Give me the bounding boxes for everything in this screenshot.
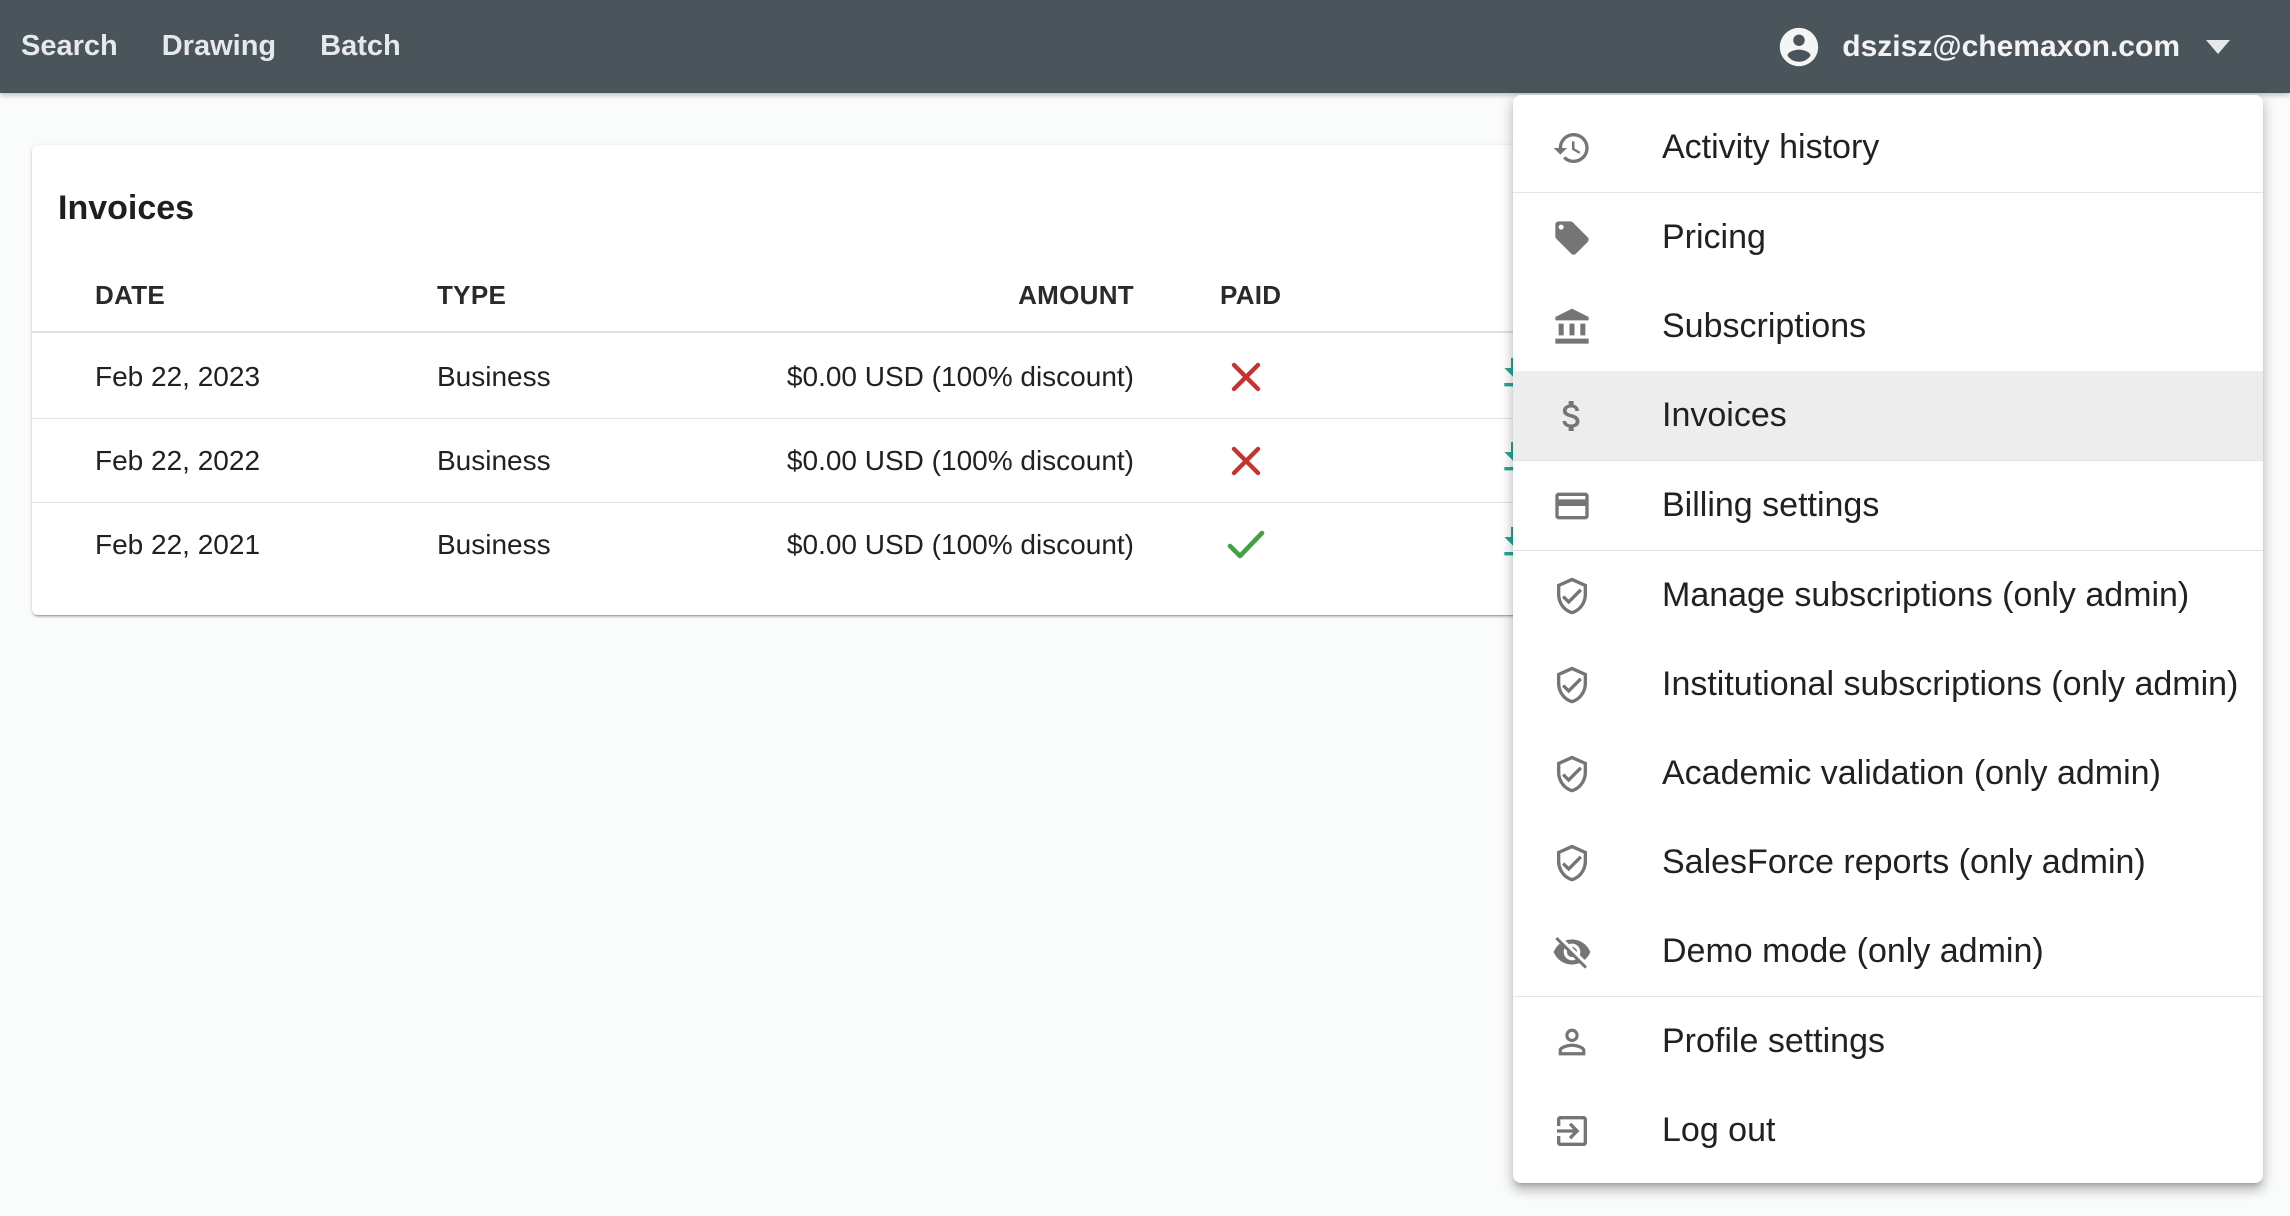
person-icon bbox=[1551, 1021, 1593, 1063]
user-menu: Activity history Pricing Subscriptions I… bbox=[1513, 95, 2263, 1183]
column-header-date: DATE bbox=[95, 260, 165, 331]
menu-item-profile-settings[interactable]: Profile settings bbox=[1513, 997, 2263, 1086]
column-header-type: TYPE bbox=[437, 260, 506, 331]
menu-item-invoices[interactable]: Invoices bbox=[1513, 371, 2263, 460]
table-row: Feb 22, 2023 Business $0.00 USD (100% di… bbox=[32, 335, 1552, 419]
credit-card-icon bbox=[1551, 485, 1593, 527]
shield-check-icon bbox=[1551, 575, 1593, 617]
column-header-paid: PAID bbox=[1220, 260, 1281, 331]
menu-item-label: Institutional subscriptions (only admin) bbox=[1662, 665, 2238, 704]
nav-item-drawing[interactable]: Drawing bbox=[162, 30, 276, 63]
invoice-date: Feb 22, 2021 bbox=[95, 503, 260, 587]
menu-item-billing-settings[interactable]: Billing settings bbox=[1513, 461, 2263, 550]
menu-item-pricing[interactable]: Pricing bbox=[1513, 193, 2263, 282]
user-menu-button[interactable]: dszisz@chemaxon.com bbox=[1776, 24, 2230, 70]
menu-item-salesforce-reports[interactable]: SalesForce reports (only admin) bbox=[1513, 818, 2263, 907]
eye-off-icon bbox=[1551, 931, 1593, 973]
not-paid-icon bbox=[1226, 419, 1266, 502]
not-paid-icon bbox=[1226, 335, 1266, 418]
shield-check-icon bbox=[1551, 753, 1593, 795]
nav-item-search[interactable]: Search bbox=[21, 30, 118, 63]
paid-icon bbox=[1226, 503, 1266, 587]
shield-check-icon bbox=[1551, 842, 1593, 884]
invoices-card: Invoices DATE TYPE AMOUNT PAID Feb 22, 2… bbox=[32, 145, 1552, 615]
invoice-amount: $0.00 USD (100% discount) bbox=[787, 335, 1134, 418]
menu-item-demo-mode[interactable]: Demo mode (only admin) bbox=[1513, 907, 2263, 996]
invoice-date: Feb 22, 2022 bbox=[95, 419, 260, 502]
invoice-type: Business bbox=[437, 335, 551, 418]
menu-item-institutional-subscriptions[interactable]: Institutional subscriptions (only admin) bbox=[1513, 640, 2263, 729]
column-header-amount: AMOUNT bbox=[1018, 260, 1134, 331]
nav-item-batch[interactable]: Batch bbox=[320, 30, 401, 63]
top-nav: Search Drawing Batch dszisz@chemaxon.com bbox=[0, 0, 2290, 93]
card-title: Invoices bbox=[58, 189, 194, 228]
tag-icon bbox=[1551, 217, 1593, 259]
shield-check-icon bbox=[1551, 664, 1593, 706]
menu-item-manage-subscriptions[interactable]: Manage subscriptions (only admin) bbox=[1513, 551, 2263, 640]
menu-item-label: Log out bbox=[1662, 1111, 1775, 1150]
table-row: Feb 22, 2022 Business $0.00 USD (100% di… bbox=[32, 419, 1552, 503]
table-row: Feb 22, 2021 Business $0.00 USD (100% di… bbox=[32, 503, 1552, 587]
history-icon bbox=[1551, 127, 1593, 169]
caret-down-icon bbox=[2206, 40, 2230, 54]
menu-item-label: Profile settings bbox=[1662, 1022, 1885, 1061]
dollar-icon bbox=[1551, 395, 1593, 437]
menu-item-academic-validation[interactable]: Academic validation (only admin) bbox=[1513, 729, 2263, 818]
menu-item-activity-history[interactable]: Activity history bbox=[1513, 103, 2263, 192]
table-header-row: DATE TYPE AMOUNT PAID bbox=[32, 260, 1552, 333]
menu-item-subscriptions[interactable]: Subscriptions bbox=[1513, 282, 2263, 371]
menu-item-label: Pricing bbox=[1662, 218, 1766, 257]
menu-item-label: Invoices bbox=[1662, 396, 1787, 435]
menu-item-label: SalesForce reports (only admin) bbox=[1662, 843, 2146, 882]
user-email: dszisz@chemaxon.com bbox=[1842, 30, 2180, 64]
invoice-date: Feb 22, 2023 bbox=[95, 335, 260, 418]
menu-item-label: Manage subscriptions (only admin) bbox=[1662, 576, 2189, 615]
invoice-type: Business bbox=[437, 503, 551, 587]
menu-item-label: Activity history bbox=[1662, 128, 1879, 167]
account-circle-icon bbox=[1776, 24, 1822, 70]
menu-item-label: Demo mode (only admin) bbox=[1662, 932, 2044, 971]
logout-icon bbox=[1551, 1110, 1593, 1152]
menu-item-label: Subscriptions bbox=[1662, 307, 1866, 346]
menu-item-label: Academic validation (only admin) bbox=[1662, 754, 2161, 793]
bank-icon bbox=[1551, 306, 1593, 348]
invoice-amount: $0.00 USD (100% discount) bbox=[787, 419, 1134, 502]
menu-item-log-out[interactable]: Log out bbox=[1513, 1086, 2263, 1175]
invoice-amount: $0.00 USD (100% discount) bbox=[787, 503, 1134, 587]
invoice-type: Business bbox=[437, 419, 551, 502]
menu-item-label: Billing settings bbox=[1662, 486, 1879, 525]
